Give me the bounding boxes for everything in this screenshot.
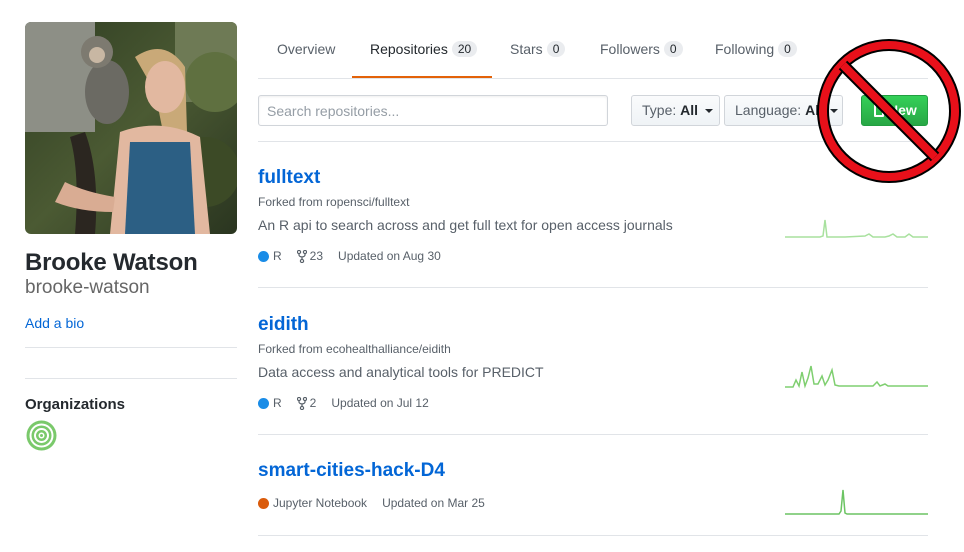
repo-language: Jupyter Notebook	[273, 496, 368, 510]
forked-from-prefix: Forked from	[258, 195, 323, 209]
forked-from-prefix: Forked from	[258, 342, 323, 356]
new-button-label: New	[888, 102, 917, 118]
repo-activity-sparkline	[785, 365, 928, 389]
fork-icon	[296, 249, 307, 263]
repo-activity-sparkline	[785, 219, 928, 238]
type-filter-dropdown[interactable]: Type: All	[631, 95, 720, 126]
repo-forks-link[interactable]: 2	[296, 396, 317, 410]
tab-counter: 0	[663, 41, 683, 57]
tab-repositories[interactable]: Repositories 20	[370, 22, 478, 79]
repo-meta: Jupyter Notebook Updated on Mar 25	[258, 496, 485, 510]
caret-down-icon	[829, 109, 838, 113]
search-repositories-input[interactable]	[258, 95, 608, 126]
repo-name-link[interactable]: eidith	[258, 314, 309, 336]
tab-label: Overview	[277, 41, 336, 57]
repo-forked-from: Forked from ecohealthalliance/eidith	[258, 342, 451, 356]
repo-book-icon	[874, 104, 884, 117]
organization-avatar[interactable]	[25, 419, 58, 452]
repo-description: Data access and analytical tools for PRE…	[258, 364, 544, 380]
repo-fork-count: 23	[309, 249, 324, 263]
repo-name-link[interactable]: fulltext	[258, 167, 320, 189]
type-filter-label: Type:	[642, 102, 677, 118]
language-filter-label: Language:	[735, 102, 802, 118]
repo-meta: R 2 Updated on Jul 12	[258, 396, 429, 410]
caret-down-icon	[704, 109, 713, 113]
fork-icon	[296, 396, 307, 410]
repo-description: An R api to search across and get full t…	[258, 217, 673, 233]
language-filter-value: All	[805, 102, 823, 118]
new-repository-button[interactable]: New	[861, 95, 928, 126]
language-filter-dropdown[interactable]: Language: All	[724, 95, 843, 126]
type-filter-value: All	[680, 102, 699, 118]
tab-label: Followers	[600, 41, 660, 57]
profile-avatar[interactable]	[25, 22, 237, 234]
repo-activity-sparkline	[785, 489, 928, 515]
sidebar-divider	[25, 347, 237, 348]
tab-label: Stars	[510, 41, 543, 57]
language-color-dot	[258, 497, 269, 509]
repo-fork-count: 2	[309, 396, 317, 410]
repo-list-item: smart-cities-hack-D4 Jupyter Notebook Up…	[258, 435, 928, 536]
repo-updated: Updated on Aug 30	[338, 249, 441, 263]
repo-list-item: eidith Forked from ecohealthalliance/eid…	[258, 288, 928, 435]
repo-name-link[interactable]: smart-cities-hack-D4	[258, 460, 445, 482]
tab-counter: 20	[451, 41, 478, 57]
tab-following[interactable]: Following 0	[715, 22, 797, 79]
repo-forked-from: Forked from ropensci/fulltext	[258, 195, 409, 209]
language-color-dot	[258, 250, 269, 262]
tab-overview[interactable]: Overview	[277, 22, 335, 79]
tab-followers[interactable]: Followers 0	[600, 22, 683, 79]
selected-tab-underline	[352, 76, 492, 78]
language-color-dot	[258, 397, 269, 409]
repo-forks-link[interactable]: 23	[296, 249, 324, 263]
sidebar-divider	[25, 378, 237, 379]
tab-stars[interactable]: Stars 0	[510, 22, 566, 79]
profile-username: brooke-watson	[25, 277, 150, 298]
tab-counter: 0	[546, 41, 566, 57]
tab-label: Following	[715, 41, 775, 57]
repo-updated: Updated on Jul 12	[331, 396, 429, 410]
profile-tab-nav: Overview Repositories 20 Stars 0 Followers…	[258, 22, 928, 79]
organizations-heading: Organizations	[25, 396, 126, 413]
repo-language: R	[273, 396, 282, 410]
repo-list-item: fulltext Forked from ropensci/fulltext A…	[258, 142, 928, 288]
tab-label: Repositories	[370, 41, 448, 57]
forked-from-link[interactable]: ropensci/fulltext	[326, 195, 409, 209]
tab-counter: 0	[778, 41, 797, 57]
repo-meta: R 23 Updated on Aug 30	[258, 249, 441, 263]
forked-from-link[interactable]: ecohealthalliance/eidith	[326, 342, 451, 356]
add-bio-link[interactable]: Add a bio	[25, 315, 84, 331]
profile-full-name: Brooke Watson	[25, 249, 198, 276]
repo-updated: Updated on Mar 25	[382, 496, 485, 510]
repo-language: R	[273, 249, 282, 263]
